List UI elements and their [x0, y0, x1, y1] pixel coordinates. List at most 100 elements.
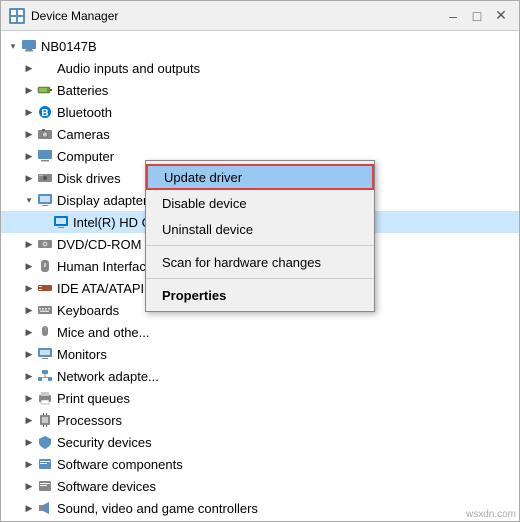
window-controls: – □ ✕ — [443, 6, 511, 26]
context-menu: Update driver Disable device Uninstall d… — [145, 160, 375, 312]
network-label: Network adapte... — [57, 369, 159, 384]
ctx-separator1 — [146, 245, 374, 246]
audio-label: Audio inputs and outputs — [57, 61, 200, 76]
batteries-label: Batteries — [57, 83, 108, 98]
sound-label: Sound, video and game controllers — [57, 501, 258, 516]
expand-mice[interactable]: ▶ — [21, 324, 37, 340]
tree-item-security[interactable]: ▶ Security devices — [1, 431, 519, 453]
cameras-label: Cameras — [57, 127, 110, 142]
expand-disk[interactable]: ▶ — [21, 170, 37, 186]
tree-item-bluetooth[interactable]: ▶ B Bluetooth — [1, 101, 519, 123]
security-icon — [37, 434, 53, 450]
tree-item-batteries[interactable]: ▶ Batteries — [1, 79, 519, 101]
security-label: Security devices — [57, 435, 152, 450]
audio-icon — [37, 60, 53, 76]
tree-item-storage[interactable]: ▶ Storage controllers — [1, 519, 519, 521]
ctx-disable-device[interactable]: Disable device — [146, 190, 374, 216]
ctx-uninstall-device[interactable]: Uninstall device — [146, 216, 374, 242]
expand-print[interactable]: ▶ — [21, 390, 37, 406]
expand-sound[interactable]: ▶ — [21, 500, 37, 516]
expand-dvd[interactable]: ▶ — [21, 236, 37, 252]
window-icon — [9, 8, 25, 24]
tree-item-root[interactable]: ▾ NB0147B — [1, 35, 519, 57]
minimize-button[interactable]: – — [443, 6, 463, 26]
keyboard-icon — [37, 302, 53, 318]
monitor-icon — [37, 346, 53, 362]
close-button[interactable]: ✕ — [491, 6, 511, 26]
expand-computer[interactable]: ▶ — [21, 148, 37, 164]
update-driver-label: Update driver — [164, 170, 242, 185]
expand-cameras[interactable]: ▶ — [21, 126, 37, 142]
expand-software[interactable]: ▶ — [21, 456, 37, 472]
tree-item-audio[interactable]: ▶ Audio inputs and outputs — [1, 57, 519, 79]
mouse-icon — [37, 324, 53, 340]
expand-softdev[interactable]: ▶ — [21, 478, 37, 494]
network-icon — [37, 368, 53, 384]
watermark: wsxdn.com — [466, 509, 516, 520]
monitors-label: Monitors — [57, 347, 107, 362]
mice-label: Mice and othe... — [57, 325, 150, 340]
bluetooth-label: Bluetooth — [57, 105, 112, 120]
expand-hid[interactable]: ▶ — [21, 258, 37, 274]
expand-monitors[interactable]: ▶ — [21, 346, 37, 362]
maximize-button[interactable]: □ — [467, 6, 487, 26]
tree-item-processors[interactable]: ▶ Processors — [1, 409, 519, 431]
tree-item-network[interactable]: ▶ Network adapte... — [1, 365, 519, 387]
processor-icon — [37, 412, 53, 428]
ide-icon — [37, 280, 53, 296]
softdev-label: Software devices — [57, 479, 156, 494]
software-icon — [37, 456, 53, 472]
tree-item-softdev[interactable]: ▶ Software devices — [1, 475, 519, 497]
battery-icon — [37, 82, 53, 98]
display2-icon — [53, 214, 69, 230]
expand-root[interactable]: ▾ — [5, 38, 21, 54]
expand-display[interactable]: ▾ — [21, 192, 37, 208]
expand-security[interactable]: ▶ — [21, 434, 37, 450]
ctx-update-driver[interactable]: Update driver — [146, 164, 374, 190]
scan-hardware-label: Scan for hardware changes — [162, 255, 321, 270]
svg-text:B: B — [41, 108, 48, 119]
dvd-icon — [37, 236, 53, 252]
print-icon — [37, 390, 53, 406]
expand-audio[interactable]: ▶ — [21, 60, 37, 76]
display-icon — [37, 192, 53, 208]
expand-ide[interactable]: ▶ — [21, 280, 37, 296]
title-bar-text: Device Manager — [31, 9, 437, 23]
camera-icon — [37, 126, 53, 142]
print-label: Print queues — [57, 391, 130, 406]
disk-label: Disk drives — [57, 171, 121, 186]
computer-label: Computer — [57, 149, 114, 164]
software-label: Software components — [57, 457, 183, 472]
tree-item-print[interactable]: ▶ Print queues — [1, 387, 519, 409]
uninstall-device-label: Uninstall device — [162, 222, 253, 237]
ctx-separator2 — [146, 278, 374, 279]
expand-processors[interactable]: ▶ — [21, 412, 37, 428]
keyboards-label: Keyboards — [57, 303, 119, 318]
tree-item-cameras[interactable]: ▶ Cameras — [1, 123, 519, 145]
tree-item-mice[interactable]: ▶ Mice and othe... — [1, 321, 519, 343]
hid-icon — [37, 258, 53, 274]
ctx-scan-hardware[interactable]: Scan for hardware changes — [146, 249, 374, 275]
computer-icon — [21, 38, 37, 54]
expand-batteries[interactable]: ▶ — [21, 82, 37, 98]
sound-icon — [37, 500, 53, 516]
hid-label: Human Interfac... — [57, 259, 157, 274]
computer2-icon — [37, 148, 53, 164]
expand-keyboards[interactable]: ▶ — [21, 302, 37, 318]
expand-bluetooth[interactable]: ▶ — [21, 104, 37, 120]
expand-intel — [37, 214, 53, 230]
display-label: Display adapters — [57, 193, 154, 208]
tree-item-sound[interactable]: ▶ Sound, video and game controllers — [1, 497, 519, 519]
bluetooth-icon: B — [37, 104, 53, 120]
title-bar: Device Manager – □ ✕ — [1, 1, 519, 31]
processors-label: Processors — [57, 413, 122, 428]
softdev-icon — [37, 478, 53, 494]
disk-icon — [37, 170, 53, 186]
properties-label: Properties — [162, 288, 226, 303]
ctx-properties[interactable]: Properties — [146, 282, 374, 308]
disable-device-label: Disable device — [162, 196, 247, 211]
tree-item-monitors[interactable]: ▶ Monitors — [1, 343, 519, 365]
tree-item-software[interactable]: ▶ Software components — [1, 453, 519, 475]
expand-network[interactable]: ▶ — [21, 368, 37, 384]
root-label: NB0147B — [41, 39, 97, 54]
